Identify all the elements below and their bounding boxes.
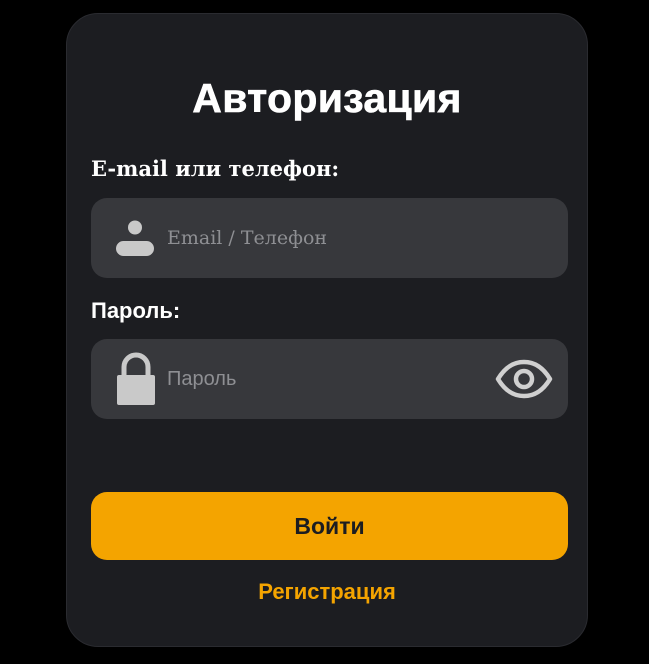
login-button[interactable]: Войти [91, 492, 568, 560]
login-card: Авторизация E-mail или телефон: Пароль: … [66, 13, 588, 647]
eye-icon[interactable] [495, 359, 553, 399]
password-label: Пароль: [91, 298, 181, 323]
email-label: E-mail или телефон: [91, 156, 340, 181]
email-field[interactable] [91, 198, 568, 278]
email-input[interactable] [167, 198, 487, 278]
password-field[interactable] [91, 339, 568, 419]
password-input[interactable] [167, 339, 487, 419]
page-title: Авторизация [192, 75, 462, 122]
lock-icon [117, 352, 155, 405]
user-icon [116, 220, 154, 256]
register-link[interactable]: Регистрация [67, 578, 587, 606]
